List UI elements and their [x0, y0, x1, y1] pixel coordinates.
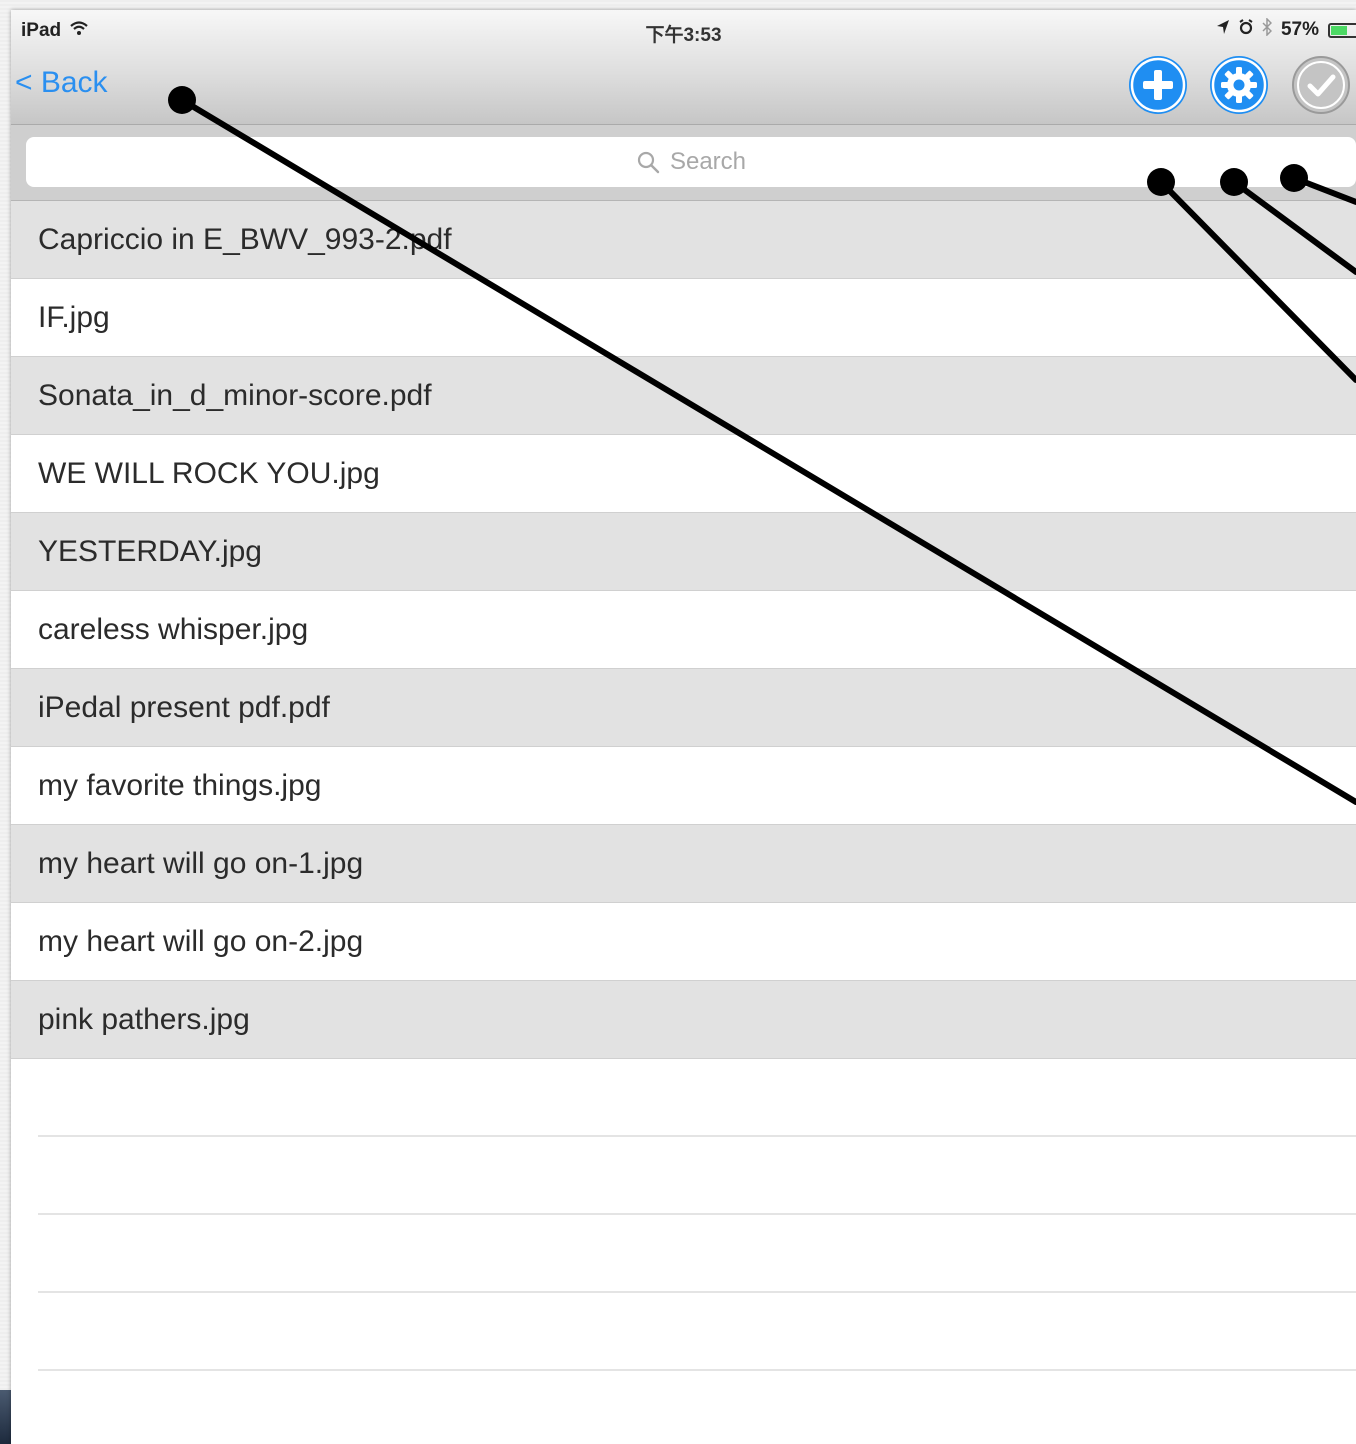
- settings-icon: [1211, 57, 1267, 113]
- file-name: iPedal present pdf.pdf: [38, 691, 330, 724]
- battery-icon: [1328, 22, 1356, 38]
- empty-row: [38, 1293, 1356, 1371]
- file-name: YESTERDAY.jpg: [38, 535, 262, 568]
- file-row[interactable]: my heart will go on-1.jpg: [11, 825, 1356, 903]
- bluetooth-icon: [1262, 17, 1273, 42]
- location-icon: [1216, 19, 1230, 41]
- settings-button[interactable]: [1210, 56, 1268, 114]
- file-row[interactable]: YESTERDAY.jpg: [11, 513, 1356, 591]
- status-right: 57%: [1216, 17, 1356, 42]
- add-button[interactable]: [1129, 56, 1187, 114]
- search-icon: [637, 151, 660, 174]
- file-name: my heart will go on-1.jpg: [38, 847, 364, 880]
- file-row[interactable]: iPedal present pdf.pdf: [11, 669, 1356, 747]
- file-row[interactable]: Capriccio in E_BWV_993-2.pdf: [11, 201, 1356, 279]
- status-time: 下午3:53: [645, 25, 722, 46]
- file-name: Capriccio in E_BWV_993-2.pdf: [38, 223, 452, 256]
- empty-row: [38, 1137, 1356, 1215]
- file-name: my heart will go on-2.jpg: [38, 925, 364, 958]
- file-row[interactable]: my heart will go on-2.jpg: [11, 903, 1356, 981]
- search-placeholder: Search: [669, 148, 747, 175]
- file-row[interactable]: Sonata_in_d_minor-score.pdf: [11, 357, 1356, 435]
- file-name: my favorite things.jpg: [38, 769, 322, 802]
- file-list: Capriccio in E_BWV_993-2.pdf IF.jpg Sona…: [11, 201, 1356, 1371]
- file-row[interactable]: my favorite things.jpg: [11, 747, 1356, 825]
- add-icon: [1130, 57, 1186, 113]
- back-button[interactable]: < Back: [15, 66, 108, 100]
- ipad-screen: iPad 下午3:53 57% < Back Search Capriccio …: [11, 10, 1356, 1444]
- alarm-icon: [1239, 19, 1253, 41]
- file-row[interactable]: careless whisper.jpg: [11, 591, 1356, 669]
- file-name: IF.jpg: [38, 301, 110, 334]
- search-input[interactable]: Search: [26, 137, 1356, 187]
- file-name: careless whisper.jpg: [38, 613, 309, 646]
- file-row[interactable]: pink pathers.jpg: [11, 981, 1356, 1059]
- done-button[interactable]: [1292, 56, 1350, 114]
- status-bar: iPad 下午3:53 57%: [11, 10, 1356, 50]
- file-name: WE WILL ROCK YOU.jpg: [38, 457, 380, 490]
- file-row[interactable]: IF.jpg: [11, 279, 1356, 357]
- file-name: Sonata_in_d_minor-score.pdf: [38, 379, 432, 412]
- battery-percent: 57%: [1280, 19, 1319, 40]
- file-row[interactable]: WE WILL ROCK YOU.jpg: [11, 435, 1356, 513]
- navigation-bar: iPad 下午3:53 57% < Back: [11, 10, 1356, 125]
- file-name: pink pathers.jpg: [38, 1003, 250, 1036]
- battery-level: [1331, 25, 1347, 35]
- search-bar: Search: [11, 125, 1356, 201]
- search-placeholder-group: Search: [26, 137, 1356, 187]
- empty-row: [38, 1059, 1356, 1137]
- checkmark-icon: [1297, 61, 1345, 109]
- empty-row: [38, 1215, 1356, 1293]
